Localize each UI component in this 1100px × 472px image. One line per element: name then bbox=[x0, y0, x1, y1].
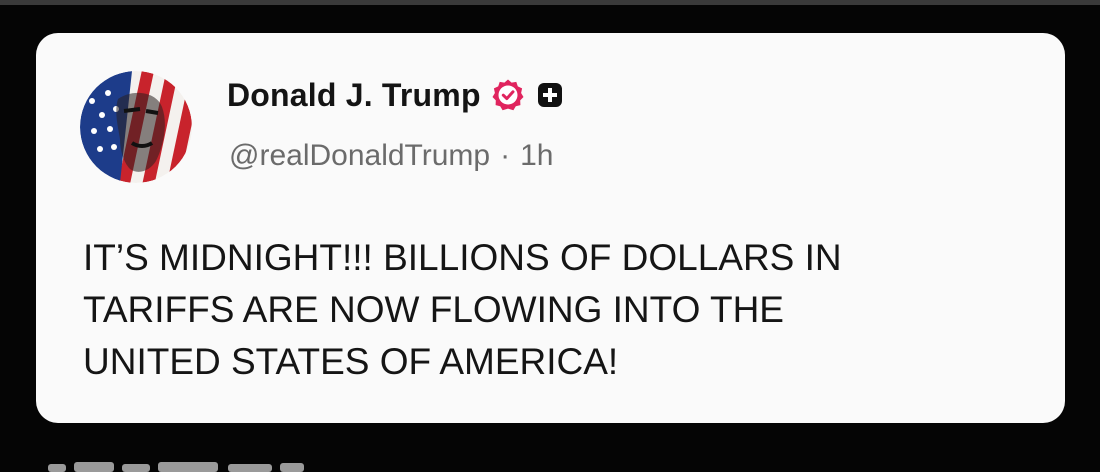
avatar[interactable] bbox=[80, 71, 192, 183]
author-handle[interactable]: @realDonaldTrump bbox=[229, 139, 490, 172]
verified-badge-icon bbox=[491, 78, 525, 112]
author-display-name[interactable]: Donald J. Trump bbox=[227, 77, 481, 114]
author-meta-row: @realDonaldTrump · 1h bbox=[229, 139, 553, 173]
post-card[interactable]: Donald J. Trump @realDonaldTrump · 1h IT’S… bbox=[36, 33, 1065, 423]
author-name-row: Donald J. Trump bbox=[227, 73, 563, 117]
post-timestamp[interactable]: 1h bbox=[520, 139, 553, 172]
post-text-line: TARIFFS ARE NOW FLOWING INTO THE bbox=[83, 289, 784, 330]
meta-separator: · bbox=[500, 139, 511, 172]
post-body: IT’S MIDNIGHT!!! BILLIONS OF DOLLARS IN … bbox=[83, 232, 1023, 388]
post-text-line: UNITED STATES OF AMERICA! bbox=[83, 341, 619, 382]
top-edge-strip bbox=[0, 0, 1100, 5]
post-text-line: IT’S MIDNIGHT!!! BILLIONS OF DOLLARS IN bbox=[83, 237, 842, 278]
plus-badge-icon bbox=[537, 82, 563, 108]
